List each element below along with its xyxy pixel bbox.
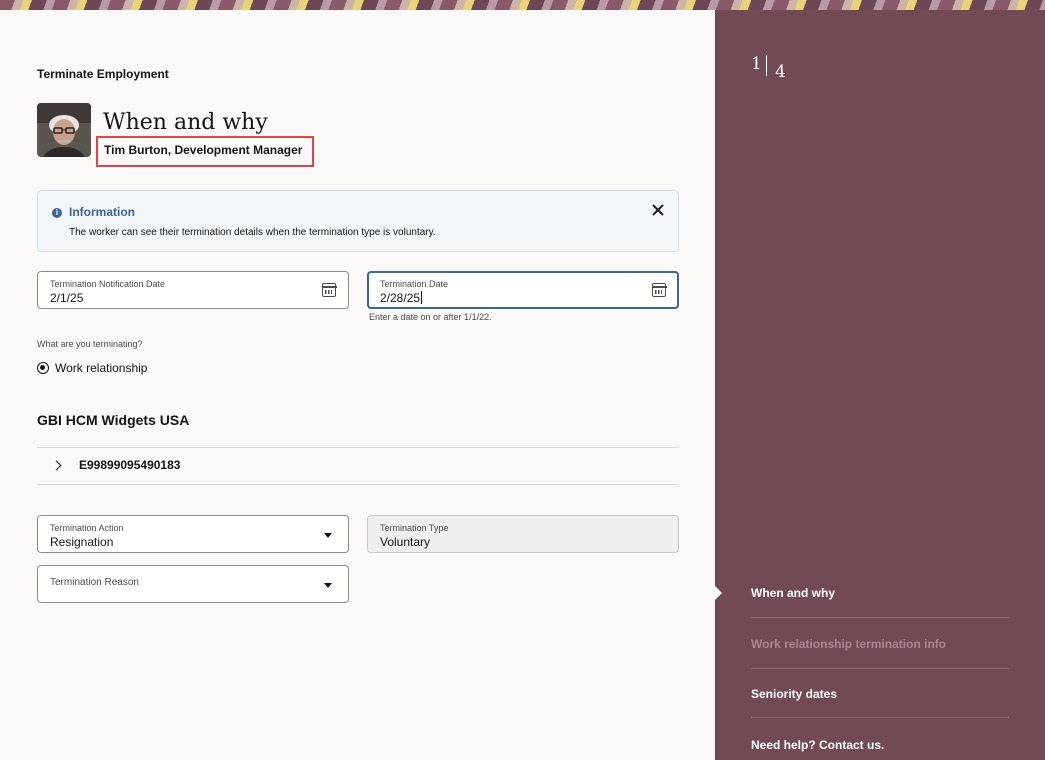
calendar-icon[interactable]: [651, 283, 667, 297]
termination-action-select[interactable]: Termination Action Resignation: [37, 515, 349, 553]
information-title: Information: [69, 205, 135, 219]
field-label: Termination Type: [380, 523, 449, 533]
divider: [751, 668, 1009, 669]
termination-date-hint: Enter a date on or after 1/1/22.: [369, 312, 492, 322]
chevron-down-icon[interactable]: [324, 533, 332, 538]
terminating-question: What are you terminating?: [37, 339, 143, 349]
text-cursor: [421, 291, 423, 304]
termination-reason-select[interactable]: Termination Reason: [37, 565, 349, 603]
termination-date-field[interactable]: Termination Date 2/28/25: [367, 271, 679, 309]
radio-label[interactable]: Work relationship: [55, 361, 147, 375]
legal-employer-heading: GBI HCM Widgets USA: [37, 412, 190, 428]
termination-notification-date-field[interactable]: Termination Notification Date 2/1/25: [37, 271, 349, 309]
calendar-icon[interactable]: [321, 283, 337, 297]
close-icon[interactable]: [650, 202, 666, 218]
information-text: The worker can see their termination det…: [69, 227, 436, 238]
flow-title: Terminate Employment: [37, 67, 169, 81]
avatar: [37, 103, 91, 157]
field-label: Termination Notification Date: [50, 279, 166, 289]
field-value: Resignation: [50, 535, 114, 549]
nav-item-when-and-why[interactable]: When and why: [751, 586, 835, 600]
step-current: 1: [751, 54, 762, 74]
person-name-label: Tim Burton, Development Manager: [96, 136, 315, 167]
current-step-pointer: [715, 586, 722, 600]
step-total: 4: [775, 62, 786, 82]
field-value: 2/1/25: [50, 291, 84, 305]
info-icon: i: [52, 208, 62, 218]
field-label: Termination Action: [50, 523, 124, 533]
step-separator: [766, 55, 767, 76]
divider: [751, 717, 1009, 718]
information-message: i Information The worker can see their t…: [37, 190, 679, 252]
divider: [37, 447, 679, 448]
train-stop-sidebar: 1 4 When and why Work relationship termi…: [715, 10, 1045, 760]
field-value: 2/28/25: [380, 291, 421, 305]
work-relationship-radio[interactable]: [37, 362, 49, 374]
divider: [751, 617, 1009, 618]
page-title: When and why: [103, 110, 268, 135]
contact-us-link[interactable]: Need help? Contact us.: [751, 738, 884, 752]
field-label: Termination Reason: [50, 577, 139, 588]
nav-item-work-relationship-termination-info: Work relationship termination info: [751, 637, 947, 651]
termination-type-field: Termination Type Voluntary: [367, 515, 679, 553]
nav-item-seniority-dates[interactable]: Seniority dates: [751, 687, 837, 701]
divider: [37, 484, 679, 485]
chevron-down-icon[interactable]: [324, 583, 332, 588]
field-value: Voluntary: [380, 535, 431, 549]
field-label: Termination Date: [380, 279, 449, 289]
assignment-number[interactable]: E99899095490183: [79, 458, 180, 472]
